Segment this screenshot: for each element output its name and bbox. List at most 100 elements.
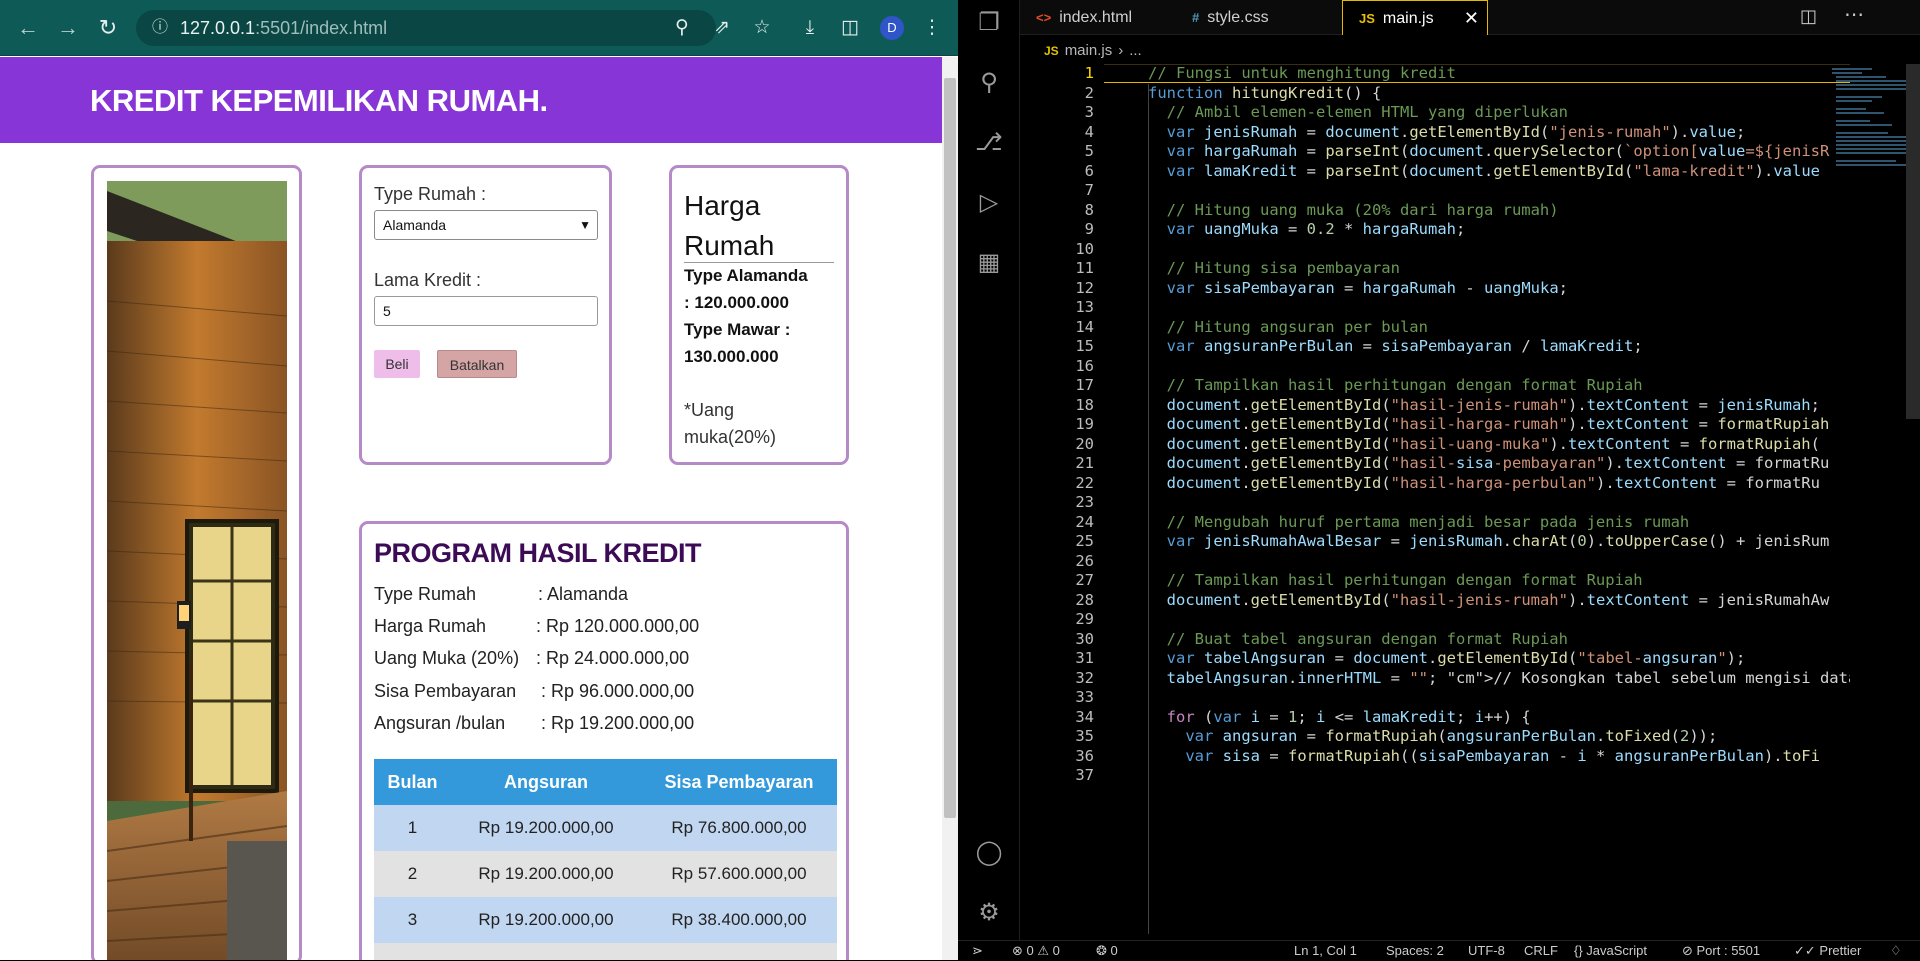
code-line[interactable]: // Tampilkan hasil perhitungan dengan fo… — [1148, 571, 1643, 589]
code-line[interactable]: document.getElementById("hasil-harga-per… — [1148, 474, 1820, 492]
remote-icon[interactable]: ⋗ — [972, 941, 983, 961]
code-line[interactable]: var uangMuka = 0.2 * hargaRumah; — [1148, 220, 1466, 238]
js-file-icon: JS — [1359, 11, 1375, 26]
side-panel-icon[interactable]: ◫ — [836, 14, 864, 42]
price-line-3: Type Mawar : — [684, 320, 791, 339]
run-debug-icon[interactable]: ▷ — [974, 188, 1004, 218]
code-line[interactable]: var sisaPembayaran = hargaRumah - uangMu… — [1148, 279, 1568, 297]
type-rumah-select[interactable]: Alamanda ▼ — [374, 210, 598, 240]
more-actions-icon[interactable]: ⋯ — [1844, 2, 1864, 27]
cursor-position[interactable]: Ln 1, Col 1 — [1294, 941, 1357, 961]
code-line[interactable]: for (var i = 1; i <= lamaKredit; i++) { — [1148, 708, 1531, 726]
code-line[interactable]: var hargaRumah = parseInt(document.query… — [1148, 142, 1830, 160]
code-line[interactable]: document.getElementById("hasil-uang-muka… — [1148, 435, 1820, 453]
result-value: : Rp 19.200.000,00 — [541, 713, 695, 733]
code-line[interactable]: // Buat tabel angsuran dengan format Rup… — [1148, 630, 1568, 648]
code-line[interactable]: document.getElementById("hasil-harga-rum… — [1148, 415, 1830, 433]
split-editor-icon[interactable]: ◫ — [1800, 6, 1817, 27]
line-number: 30 — [1075, 629, 1094, 648]
code-line[interactable]: // Tampilkan hasil perhitungan dengan fo… — [1148, 376, 1643, 394]
settings-gear-icon[interactable]: ⚙ — [974, 898, 1004, 928]
site-info-icon[interactable]: ⓘ — [152, 10, 168, 46]
line-number: 36 — [1075, 746, 1094, 765]
result-row-angsuran: Angsuran /bulan: Rp 19.200.000,00 — [374, 713, 694, 734]
notifications-bell-icon[interactable]: ♢ — [1890, 941, 1902, 961]
close-icon[interactable]: ✕ — [1464, 1, 1479, 36]
code-editor[interactable]: 1 // Fungsi untuk menghitung kredit 2 funct… — [1020, 64, 1850, 940]
batalkan-button[interactable]: Batalkan — [437, 350, 517, 378]
browser-toolbar: ← → ↻ ⓘ 127.0.0.1:5501/index.html ⚲ ⇗ ☆ … — [0, 0, 958, 56]
beli-button[interactable]: Beli — [374, 350, 420, 378]
search-icon[interactable]: ⚲ — [974, 68, 1004, 98]
code-line[interactable]: function hitungKredit() { — [1148, 84, 1381, 102]
tab-index-html[interactable]: <> index.html — [1020, 0, 1176, 35]
prettier-status[interactable]: ✓✓ Prettier — [1794, 941, 1861, 961]
code-line[interactable]: document.getElementById("hasil-jenis-rum… — [1148, 591, 1830, 609]
forward-arrow-icon[interactable]: → — [54, 14, 82, 42]
line-number: 22 — [1075, 473, 1094, 492]
js-file-icon: JS — [1044, 44, 1059, 58]
line-number: 19 — [1075, 415, 1094, 433]
code-line[interactable]: tabelAngsuran.innerHTML = ""; "cm">// Ko… — [1148, 669, 1850, 687]
encoding[interactable]: UTF-8 — [1468, 941, 1505, 961]
menu-kebab-icon[interactable]: ⋮ — [918, 14, 946, 42]
page-header: KREDIT KEPEMILIKAN RUMAH. — [0, 57, 942, 143]
code-line[interactable]: var jenisRumahAwalBesar = jenisRumah.cha… — [1148, 532, 1830, 550]
line-number: 12 — [1075, 278, 1094, 297]
breadcrumb-file[interactable]: main.js — [1065, 42, 1113, 59]
indentation[interactable]: Spaces: 2 — [1386, 941, 1444, 961]
page-scrollbar-thumb[interactable] — [944, 78, 956, 818]
code-line[interactable]: // Hitung angsuran per bulan — [1148, 318, 1428, 336]
house-photo — [107, 181, 287, 960]
result-row-uang-muka: Uang Muka (20%): Rp 24.000.000,00 — [374, 648, 689, 669]
account-icon[interactable]: ◯ — [974, 838, 1004, 868]
source-control-icon[interactable]: ⎇ — [974, 128, 1004, 158]
lama-kredit-input[interactable]: 5 — [374, 296, 598, 326]
code-line[interactable]: var angsuranPerBulan = sisaPembayaran / … — [1148, 337, 1643, 355]
back-arrow-icon[interactable]: ← — [14, 14, 42, 42]
code-line[interactable]: var angsuran = formatRupiah(angsuranPerB… — [1148, 727, 1717, 745]
line-number: 23 — [1075, 493, 1094, 511]
result-key: Harga Rumah — [374, 616, 487, 636]
table-cell: Rp 76.800.000,00 — [671, 818, 807, 837]
share-icon[interactable]: ⇗ — [708, 14, 736, 42]
code-line[interactable]: // Hitung uang muka (20% dari harga ruma… — [1148, 201, 1559, 219]
result-value: : Alamanda — [538, 584, 629, 604]
status-bar: ⋗ ⊗ 0 ⚠ 0 ❂ 0 Ln 1, Col 1 Spaces: 2 UTF-… — [958, 940, 1920, 960]
language-mode[interactable]: {} JavaScript — [1574, 941, 1647, 961]
address-bar[interactable]: ⓘ 127.0.0.1:5501/index.html — [136, 10, 716, 46]
chevron-down-icon: ▼ — [579, 218, 591, 232]
line-number: 11 — [1075, 259, 1094, 277]
profile-avatar[interactable]: D — [880, 16, 904, 40]
line-number: 6 — [1084, 161, 1094, 180]
reload-icon[interactable]: ↻ — [94, 14, 122, 42]
zoom-icon[interactable]: ⚲ — [668, 14, 696, 42]
breadcrumb-rest[interactable]: ... — [1129, 42, 1142, 59]
editor-scrollbar[interactable] — [1906, 64, 1920, 419]
extensions-icon[interactable]: ▦ — [974, 248, 1004, 278]
line-ending[interactable]: CRLF — [1524, 941, 1558, 961]
code-line[interactable]: // Ambil elemen-elemen HTML yang diperlu… — [1148, 103, 1568, 121]
code-line[interactable]: var tabelAngsuran = document.getElementB… — [1148, 649, 1746, 667]
code-line[interactable]: document.getElementById("hasil-jenis-rum… — [1148, 396, 1820, 414]
chevron-right-icon: › — [1118, 42, 1124, 59]
price-card: Harga Rumah Type Alamanda : 120.000.000 … — [669, 165, 849, 465]
code-line[interactable]: var jenisRumah = document.getElementById… — [1148, 123, 1746, 141]
url-path: :5501/index.html — [255, 18, 388, 38]
live-server-port[interactable]: ⊘ Port : 5501 — [1682, 941, 1760, 961]
download-icon[interactable]: ⤓ — [796, 14, 824, 42]
type-rumah-label: Type Rumah : — [374, 184, 487, 204]
code-line[interactable]: document.getElementById("hasil-sisa-pemb… — [1148, 454, 1830, 472]
problems-indicator[interactable]: ⊗ 0 ⚠ 0 — [1012, 941, 1060, 961]
bookmark-star-icon[interactable]: ☆ — [748, 14, 776, 42]
code-line[interactable]: // Fungsi untuk menghitung kredit — [1148, 64, 1456, 82]
code-line[interactable]: // Mengubah huruf pertama menjadi besar … — [1148, 513, 1690, 531]
ports-indicator[interactable]: ❂ 0 — [1096, 941, 1118, 961]
code-line[interactable]: // Hitung sisa pembayaran — [1148, 259, 1400, 277]
tab-main-js[interactable]: JS main.js ✕ — [1342, 0, 1488, 35]
code-line[interactable]: var lamaKredit = parseInt(document.getEl… — [1148, 162, 1820, 180]
price-title-line1: Harga — [684, 190, 761, 221]
tab-style-css[interactable]: # style.css — [1176, 0, 1332, 35]
code-line[interactable]: var sisa = formatRupiah((sisaPembayaran … — [1148, 747, 1820, 765]
explorer-icon[interactable]: ❐ — [974, 8, 1004, 38]
